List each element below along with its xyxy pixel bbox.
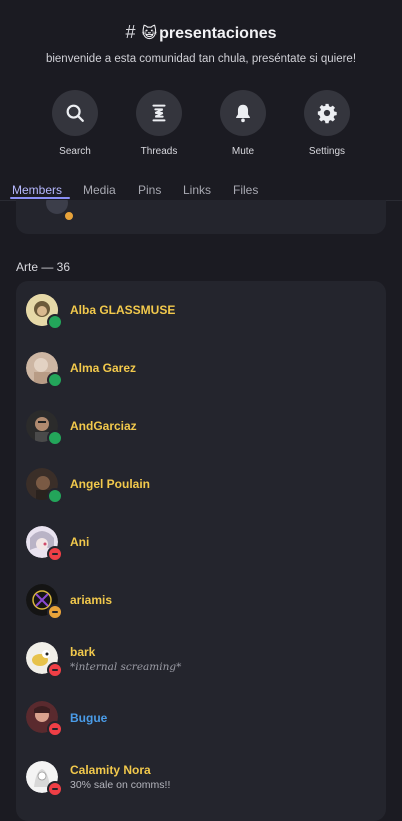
member-custom-status: *internal screaming* bbox=[70, 661, 182, 673]
settings-label: Settings bbox=[308, 146, 346, 157]
dnd-status-icon bbox=[47, 662, 63, 678]
action-row: Search Threads Mute Settings bbox=[33, 90, 369, 157]
hash-icon: # bbox=[125, 22, 136, 42]
online-status-icon bbox=[47, 314, 63, 330]
dnd-status-icon bbox=[47, 546, 63, 562]
search-label: Search bbox=[59, 146, 91, 157]
role-section-label: Arte — 36 bbox=[16, 260, 71, 274]
search-button-circle bbox=[52, 90, 98, 136]
tab-files[interactable]: Files bbox=[233, 183, 258, 197]
tab-pins[interactable]: Pins bbox=[138, 183, 161, 197]
member-name: Alma Garez bbox=[70, 361, 137, 375]
tab-members[interactable]: Members bbox=[12, 183, 62, 197]
member-row[interactable]: Angel Poulain bbox=[16, 455, 386, 513]
threads-icon bbox=[152, 104, 166, 122]
settings-button-circle bbox=[304, 90, 350, 136]
member-row[interactable]: Alma Garez bbox=[16, 339, 386, 397]
threads-button[interactable]: Threads bbox=[117, 90, 201, 157]
member-name: Calamity Nora bbox=[70, 763, 151, 777]
idle-status-icon bbox=[47, 604, 63, 620]
dnd-status-icon bbox=[47, 781, 63, 797]
member-row[interactable]: AndGarciaz bbox=[16, 397, 386, 455]
mute-label: Mute bbox=[231, 146, 255, 157]
channel-title: # 😺 presentaciones bbox=[0, 22, 402, 43]
online-status-icon bbox=[47, 488, 63, 504]
gear-icon bbox=[317, 103, 337, 124]
member-name: Ani bbox=[70, 535, 90, 549]
tab-media[interactable]: Media bbox=[83, 183, 116, 197]
member-name: Bugue bbox=[70, 711, 108, 725]
member-name: Angel Poulain bbox=[70, 477, 151, 491]
member-name: Alba GLASSMUSE bbox=[70, 303, 176, 317]
dnd-status-icon bbox=[47, 721, 63, 737]
member-row[interactable]: Bugue bbox=[16, 687, 386, 745]
member-row[interactable]: ariamis bbox=[16, 571, 386, 629]
tab-links[interactable]: Links bbox=[183, 183, 211, 197]
bell-icon bbox=[236, 104, 250, 123]
member-list-card: Alba GLASSMUSE Alma Garez AndGarciaz Ang… bbox=[16, 281, 386, 821]
member-row[interactable]: Ani bbox=[16, 513, 386, 571]
member-custom-status: 30% sale on comms!! bbox=[70, 779, 171, 791]
channel-header: # 😺 presentaciones bienvenide a esta comun… bbox=[0, 0, 402, 200]
previous-members-card bbox=[16, 200, 386, 234]
active-tab-indicator bbox=[10, 197, 70, 199]
member-name: AndGarciaz bbox=[70, 419, 137, 433]
threads-label: Threads bbox=[140, 146, 178, 157]
channel-name: presentaciones bbox=[159, 25, 277, 42]
search-icon bbox=[66, 104, 84, 122]
cat-emoji-icon: 😺 bbox=[141, 25, 158, 42]
idle-status-icon bbox=[63, 210, 75, 222]
member-row[interactable]: bark *internal screaming* bbox=[16, 629, 386, 687]
threads-button-circle bbox=[136, 90, 182, 136]
settings-button[interactable]: Settings bbox=[285, 90, 369, 157]
search-button[interactable]: Search bbox=[33, 90, 117, 157]
channel-description: bienvenide a esta comunidad tan chula, p… bbox=[45, 53, 357, 65]
mute-button[interactable]: Mute bbox=[201, 90, 285, 157]
member-name: ariamis bbox=[70, 593, 113, 607]
online-status-icon bbox=[47, 372, 63, 388]
member-name: bark bbox=[70, 645, 96, 659]
mute-button-circle bbox=[220, 90, 266, 136]
member-row[interactable]: Calamity Nora 30% sale on comms!! bbox=[16, 745, 386, 803]
member-row[interactable]: Alba GLASSMUSE bbox=[16, 281, 386, 339]
online-status-icon bbox=[47, 430, 63, 446]
